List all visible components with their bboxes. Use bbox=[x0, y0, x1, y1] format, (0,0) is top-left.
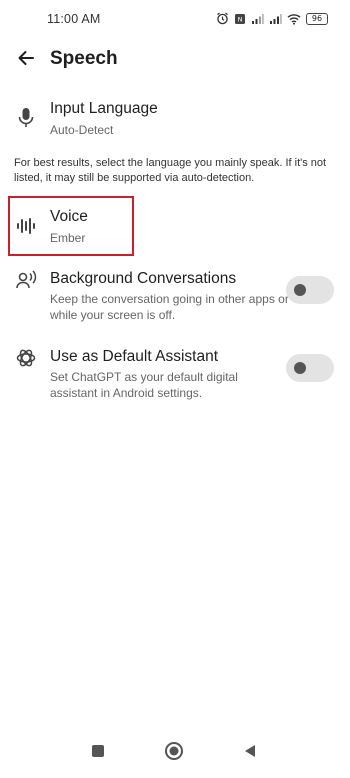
language-help-text: For best results, select the language yo… bbox=[14, 157, 327, 184]
home-circle-icon bbox=[164, 741, 184, 766]
default-assistant-setting: Use as Default Assistant Set ChatGPT as … bbox=[0, 344, 350, 400]
voice-title: Voice bbox=[50, 208, 88, 225]
signal-icon bbox=[251, 13, 264, 25]
home-button[interactable] bbox=[163, 741, 185, 766]
default-assistant-toggle[interactable] bbox=[286, 354, 334, 382]
arrow-left-icon bbox=[16, 48, 36, 73]
status-time: 11:00 AM bbox=[47, 12, 101, 26]
status-icons: N 96 bbox=[216, 12, 328, 25]
navigation-bar bbox=[0, 728, 350, 778]
back-triangle-icon bbox=[242, 743, 258, 764]
voice-value: Ember bbox=[50, 231, 86, 245]
waveform-icon bbox=[14, 214, 38, 238]
input-language-value: Auto-Detect bbox=[50, 123, 114, 137]
recent-apps-button[interactable] bbox=[87, 742, 109, 764]
nav-back-button[interactable] bbox=[239, 742, 261, 764]
square-icon bbox=[91, 744, 105, 763]
background-conversations-toggle[interactable] bbox=[286, 276, 334, 304]
default-assistant-description: Set ChatGPT as your default digital assi… bbox=[50, 370, 238, 400]
alarm-icon bbox=[216, 12, 229, 25]
signal-icon bbox=[269, 13, 282, 25]
svg-text:N: N bbox=[238, 15, 243, 23]
microphone-icon bbox=[14, 106, 38, 130]
background-conversations-title: Background Conversations bbox=[50, 270, 237, 287]
battery-icon: 96 bbox=[306, 12, 328, 25]
input-language-title: Input Language bbox=[50, 100, 158, 117]
openai-logo-icon bbox=[14, 346, 38, 370]
toggle-knob bbox=[294, 362, 306, 374]
input-language-setting[interactable]: Input Language Auto-Detect bbox=[0, 96, 350, 144]
default-assistant-title: Use as Default Assistant bbox=[50, 348, 218, 365]
page-title: Speech bbox=[50, 48, 118, 69]
background-conversations-description: Keep the conversation going in other app… bbox=[50, 292, 289, 322]
app-bar: Speech bbox=[0, 40, 350, 78]
person-sound-icon bbox=[14, 268, 38, 292]
status-bar: 11:00 AM N 96 bbox=[0, 0, 350, 40]
back-button[interactable] bbox=[12, 46, 40, 74]
voice-setting[interactable]: Voice Ember bbox=[0, 204, 350, 250]
background-conversations-setting: Background Conversations Keep the conver… bbox=[0, 266, 350, 322]
wifi-icon bbox=[287, 13, 301, 25]
sim-icon: N bbox=[234, 13, 246, 25]
toggle-knob bbox=[294, 284, 306, 296]
